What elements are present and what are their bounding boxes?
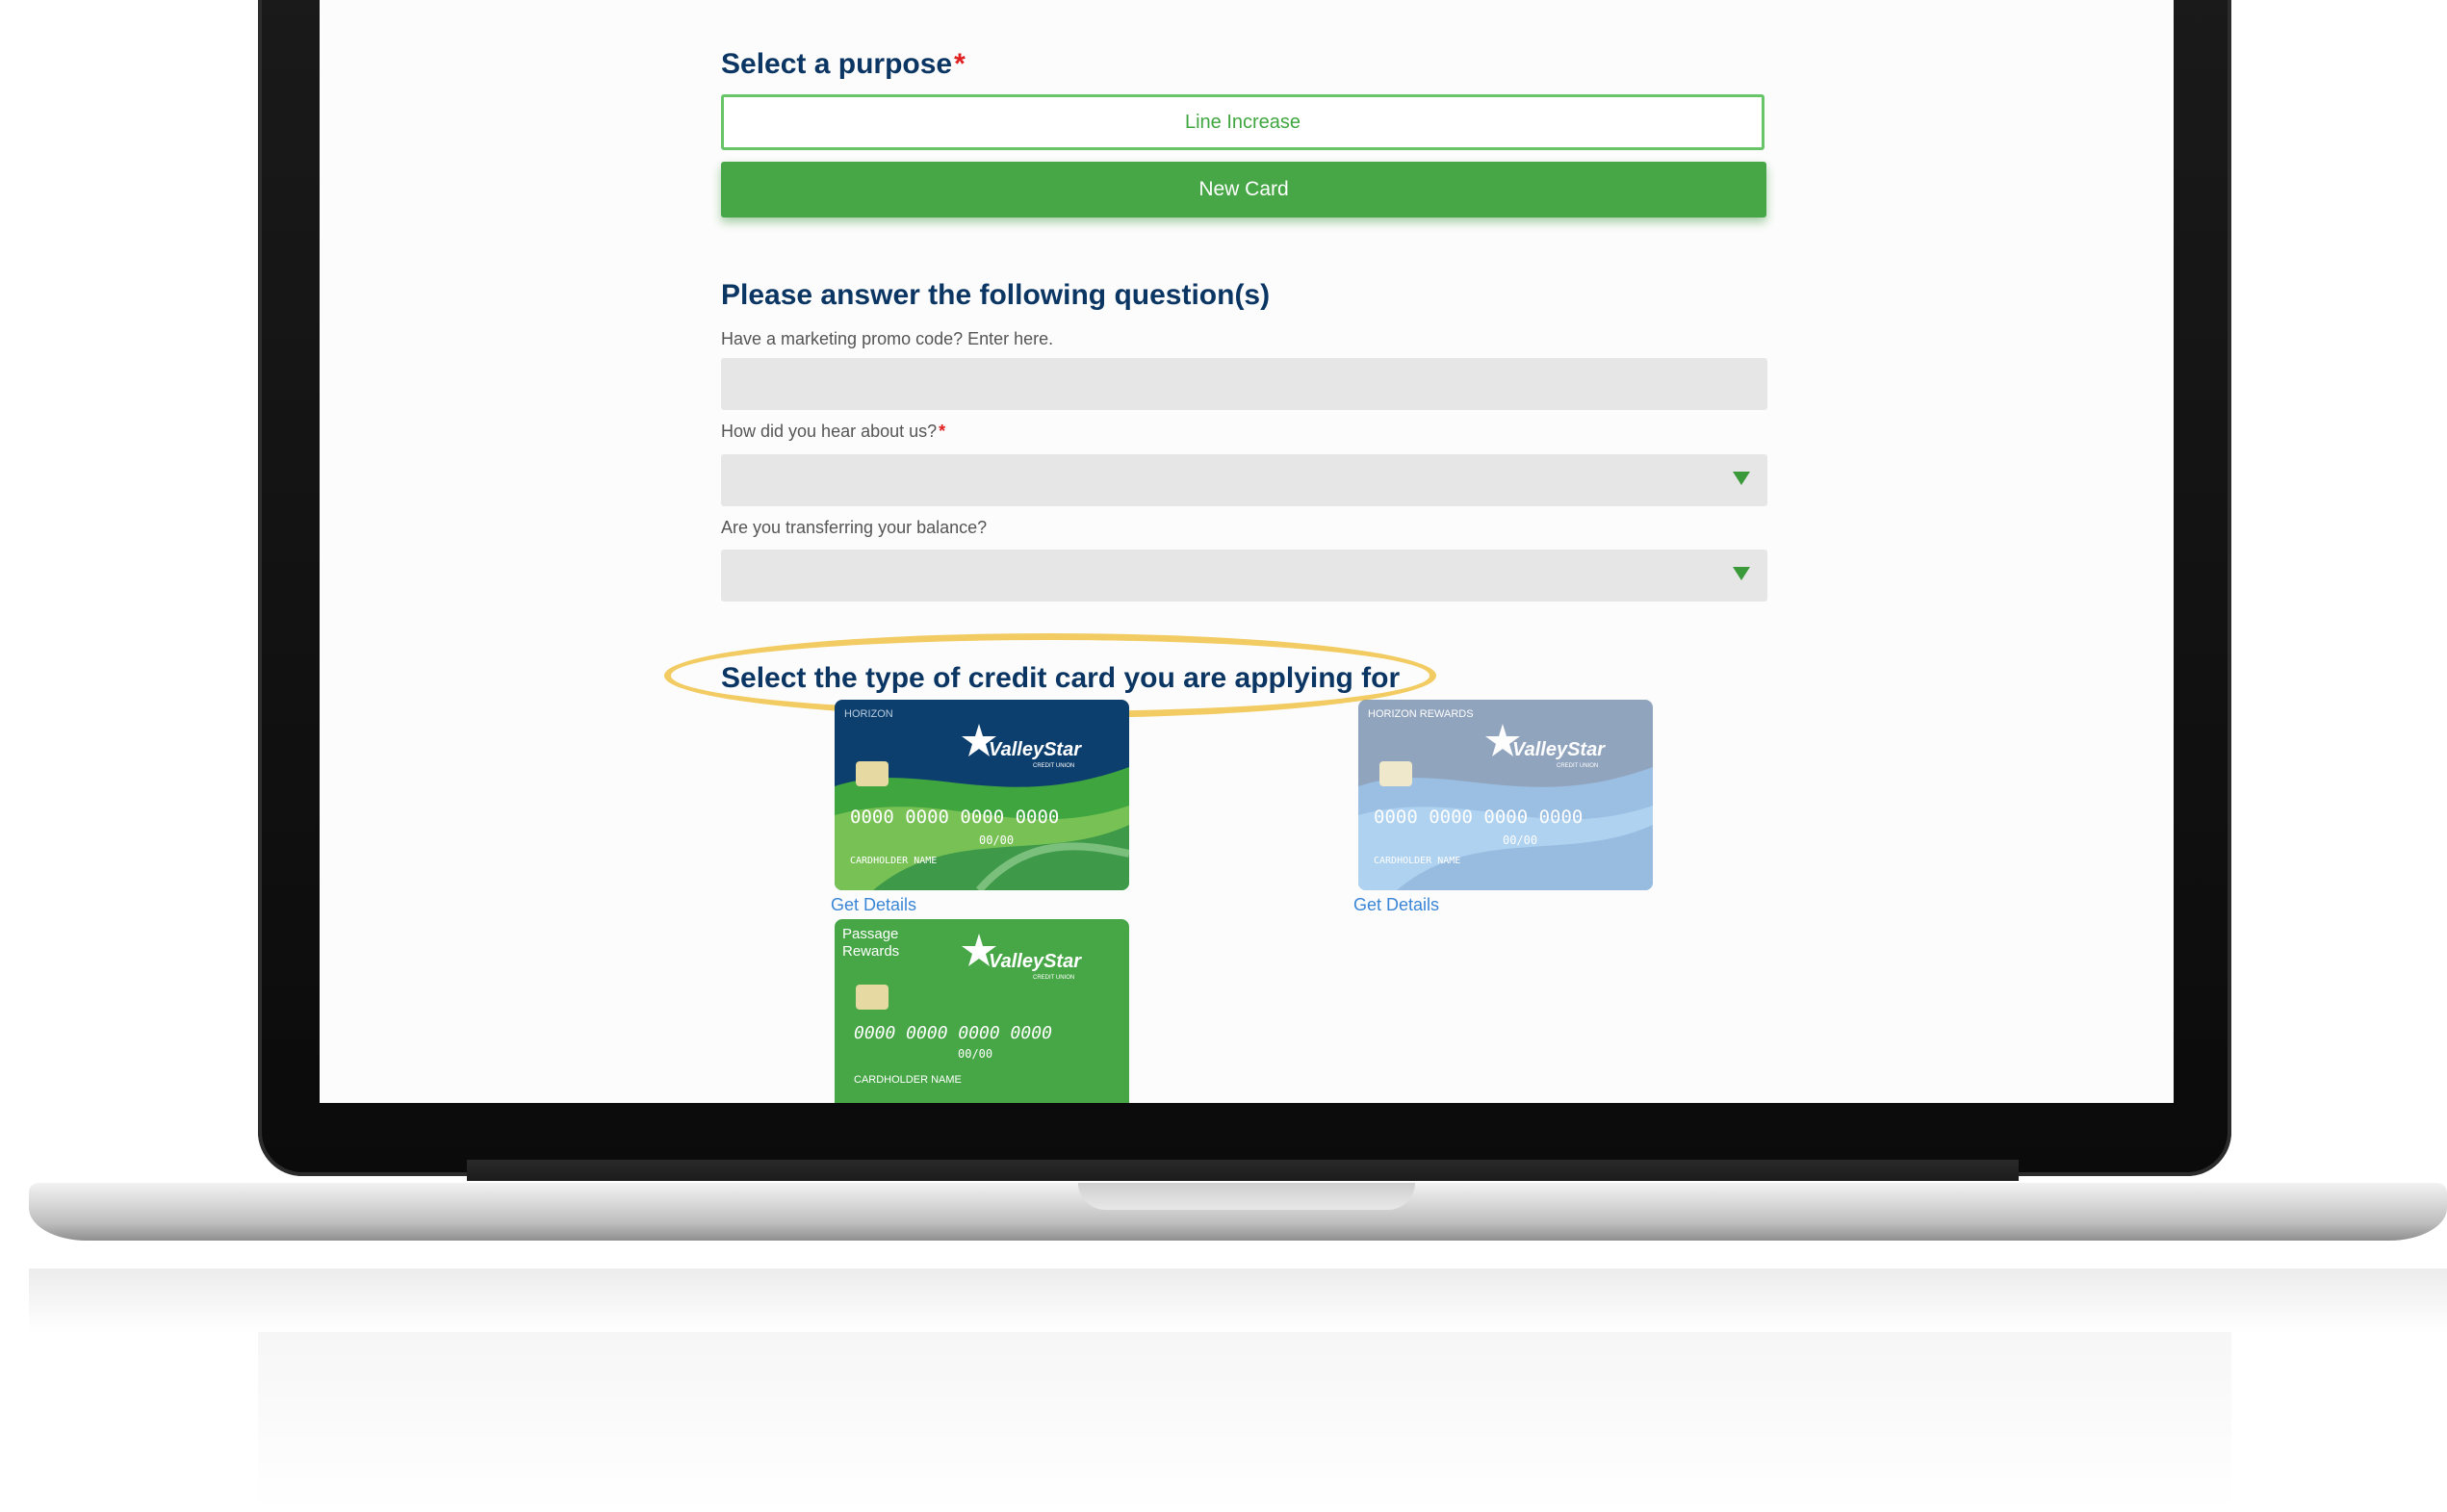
card-number: 0000 0000 0000 0000 (1374, 807, 1583, 828)
chip-icon (856, 985, 889, 1010)
required-mark: * (954, 48, 966, 80)
card-expiry: 00/00 (979, 833, 1014, 847)
horizon-card-art: HORIZON ValleyStar CREDIT UNION 0000 000… (835, 700, 1129, 890)
card-brand-sub: CREDIT UNION (1033, 975, 1074, 981)
promo-code-input[interactable] (721, 358, 1767, 410)
card-brand: ValleyStar (989, 951, 1082, 972)
required-mark: * (939, 422, 946, 441)
hear-about-select[interactable] (721, 454, 1767, 506)
horizon-rewards-get-details-link[interactable]: Get Details (1353, 895, 1439, 915)
horizon-get-details-link[interactable]: Get Details (831, 895, 916, 915)
laptop-reflection (29, 1269, 2447, 1332)
passage-rewards-card[interactable]: Passage Rewards ValleyStar CREDIT UNION … (835, 919, 1129, 1103)
laptop-notch (1078, 1183, 1415, 1210)
dropdown-arrow-icon (1733, 567, 1750, 580)
passage-rewards-card-art: Passage Rewards ValleyStar CREDIT UNION … (835, 919, 1129, 1103)
horizon-rewards-card[interactable]: HORIZON REWARDS ValleyStar CREDIT UNION … (1358, 700, 1653, 890)
promo-code-label: Have a marketing promo code? Enter here. (721, 329, 1054, 348)
card-holder: CARDHOLDER NAME (850, 856, 937, 866)
card-number: 0000 0000 0000 0000 (850, 807, 1059, 828)
laptop-lid-reflection (258, 1332, 2231, 1512)
chip-icon (1379, 761, 1412, 786)
hear-about-label: How did you hear about us? * (721, 422, 945, 442)
card-holder: CARDHOLDER NAME (854, 1074, 962, 1086)
purpose-heading-text: Select a purpose (721, 48, 953, 80)
card-top-label-line1: Passage (842, 926, 898, 942)
new-card-button[interactable]: New Card (721, 162, 1766, 218)
card-brand-sub: CREDIT UNION (1557, 763, 1598, 769)
card-number: 0000 0000 0000 0000 (854, 1023, 1052, 1043)
card-top-label: HORIZON (844, 708, 893, 720)
card-brand-sub: CREDIT UNION (1033, 763, 1074, 769)
questions-heading: Please answer the following question(s) (721, 279, 1271, 311)
card-holder: CARDHOLDER NAME (1374, 856, 1460, 866)
card-top-label: HORIZON REWARDS (1368, 708, 1474, 720)
card-brand: ValleyStar (989, 739, 1082, 760)
card-brand: ValleyStar (1512, 739, 1606, 760)
card-top-label-line2: Rewards (842, 943, 899, 960)
transfer-balance-label: Are you transferring your balance? (721, 518, 988, 537)
card-expiry: 00/00 (1503, 833, 1537, 847)
laptop-hinge (467, 1160, 2019, 1181)
hear-about-label-text: How did you hear about us? (721, 422, 938, 441)
line-increase-button[interactable]: Line Increase (721, 94, 1764, 150)
chip-icon (856, 761, 889, 786)
card-type-heading: Select the type of credit card you are a… (721, 662, 1401, 694)
horizon-rewards-card-art: HORIZON REWARDS ValleyStar CREDIT UNION … (1358, 700, 1653, 890)
purpose-heading: Select a purpose* (721, 48, 966, 81)
laptop-screen: Select a purpose* Line Increase New Card… (320, 0, 2174, 1103)
transfer-balance-select[interactable] (721, 550, 1767, 602)
horizon-card[interactable]: HORIZON ValleyStar CREDIT UNION 0000 000… (835, 700, 1129, 890)
card-expiry: 00/00 (958, 1047, 992, 1061)
dropdown-arrow-icon (1733, 472, 1750, 485)
